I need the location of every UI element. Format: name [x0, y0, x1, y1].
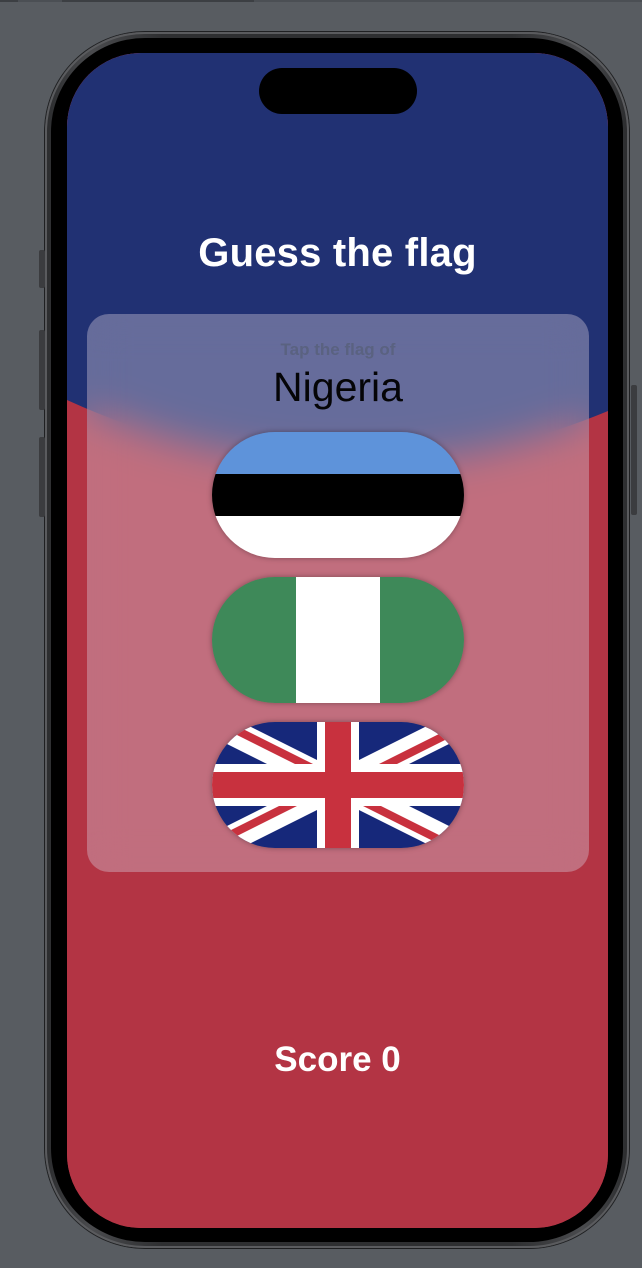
question-card: Tap the flag of Nigeria: [87, 314, 589, 872]
page-title: Guess the flag: [198, 231, 477, 275]
estonia-flag-icon: [212, 432, 464, 558]
flag-button-nigeria[interactable]: [212, 577, 464, 703]
app-screen: Guess the flag Tap the flag of Nigeria S…: [67, 53, 608, 1228]
score-label: Score 0: [274, 1040, 401, 1079]
volume-up-button: [39, 330, 45, 410]
volume-down-button: [39, 437, 45, 517]
nigeria-flag-icon: [212, 577, 464, 703]
flag-button-estonia[interactable]: [212, 432, 464, 558]
dynamic-island: [259, 68, 417, 114]
flag-button-uk[interactable]: [212, 722, 464, 848]
uk-flag-icon: [212, 722, 464, 848]
action-button: [39, 250, 45, 288]
window-top-edge-segment: [62, 0, 254, 2]
target-country: Nigeria: [273, 364, 403, 410]
window-top-edge-segment: [0, 0, 18, 2]
power-button: [631, 385, 637, 515]
prompt-label: Tap the flag of: [280, 340, 396, 359]
window-top-edge: [0, 0, 642, 2]
